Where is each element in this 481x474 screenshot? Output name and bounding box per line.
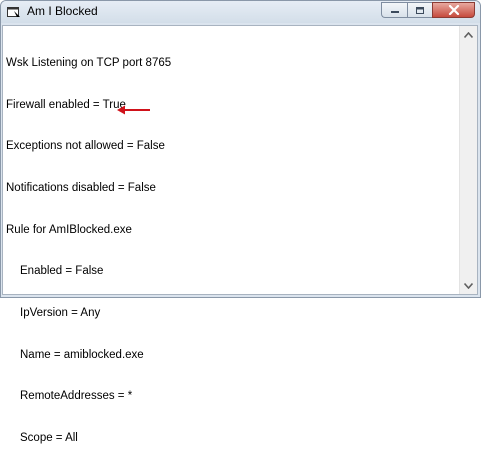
title-bar[interactable]: Am I Blocked — [1, 1, 480, 23]
close-button[interactable] — [432, 2, 475, 18]
scroll-up-arrow-icon — [464, 31, 473, 38]
output-text: Wsk Listening on TCP port 8765 Firewall … — [6, 29, 171, 474]
left-arrow-icon — [117, 105, 150, 115]
minimize-button[interactable] — [381, 2, 407, 18]
app-window-icon — [7, 7, 20, 17]
output-line: IpVersion = Any — [20, 307, 101, 320]
maximize-icon — [416, 6, 424, 14]
vertical-scrollbar[interactable] — [459, 26, 477, 294]
scroll-down-button[interactable] — [460, 277, 477, 294]
close-icon — [448, 5, 459, 15]
output-line: Enabled = False — [20, 265, 104, 278]
maximize-button[interactable] — [407, 2, 432, 18]
output-line: Scope = All — [20, 432, 78, 445]
output-textbox[interactable]: Wsk Listening on TCP port 8765 Firewall … — [2, 25, 478, 444]
output-line: Name = amiblocked.exe — [20, 348, 144, 361]
output-line: Notifications disabled = False — [6, 181, 156, 194]
window-title: Am I Blocked — [27, 4, 98, 18]
app-window: Am I Blocked Wsk Listening on TCP port 8… — [0, 0, 481, 444]
window-controls — [381, 2, 475, 19]
scroll-up-button[interactable] — [460, 26, 477, 43]
scroll-down-arrow-icon — [464, 282, 473, 289]
minimize-icon — [390, 11, 399, 13]
output-line: RemoteAddresses = * — [20, 390, 133, 403]
output-line: Wsk Listening on TCP port 8765 — [6, 56, 172, 69]
output-line: Exceptions not allowed = False — [6, 140, 165, 153]
output-line: Rule for AmIBlocked.exe — [6, 223, 132, 236]
